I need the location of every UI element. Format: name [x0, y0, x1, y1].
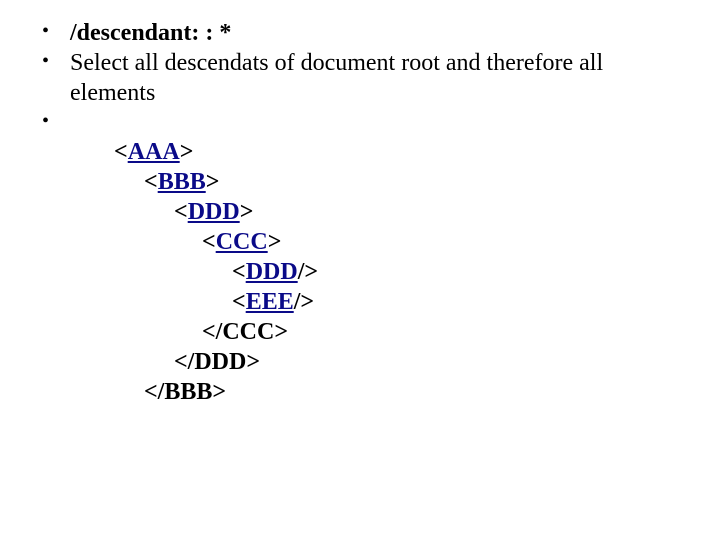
link-ddd-self[interactable]: DDD: [246, 259, 298, 285]
code-line: </CCC>: [202, 317, 720, 347]
bullet-text-1: /descendant: : *: [70, 18, 720, 48]
code-line: </DDD>: [174, 347, 720, 377]
code-line: <BBB>: [144, 167, 720, 197]
bullet-dot-icon: •: [42, 18, 70, 45]
code-line: <EEE/>: [232, 287, 720, 317]
code-line: <DDD>: [174, 197, 720, 227]
bullet-item-1: • /descendant: : *: [42, 18, 720, 48]
bullet-text-2: Select all descendats of document root a…: [70, 48, 720, 108]
link-ccc[interactable]: CCC: [216, 229, 268, 255]
xml-code-block: <AAA> <BBB> <DDD> <CCC> <DDD/> <EEE/> </…: [114, 137, 720, 407]
code-line: </BBB>: [144, 377, 720, 407]
link-eee-self[interactable]: EEE: [246, 289, 294, 315]
bullet-dot-icon: •: [42, 48, 70, 75]
bullet-item-2: • Select all descendats of document root…: [42, 48, 720, 108]
code-line: <DDD/>: [232, 257, 720, 287]
code-line: <CCC>: [202, 227, 720, 257]
slide: • /descendant: : * • Select all descenda…: [0, 0, 720, 407]
link-ddd[interactable]: DDD: [188, 199, 240, 225]
link-aaa[interactable]: AAA: [128, 139, 180, 165]
bullet-dot-icon: •: [42, 108, 70, 135]
code-line: <AAA>: [114, 137, 720, 167]
link-bbb[interactable]: BBB: [158, 169, 206, 195]
bullet-item-3: •: [42, 108, 720, 135]
